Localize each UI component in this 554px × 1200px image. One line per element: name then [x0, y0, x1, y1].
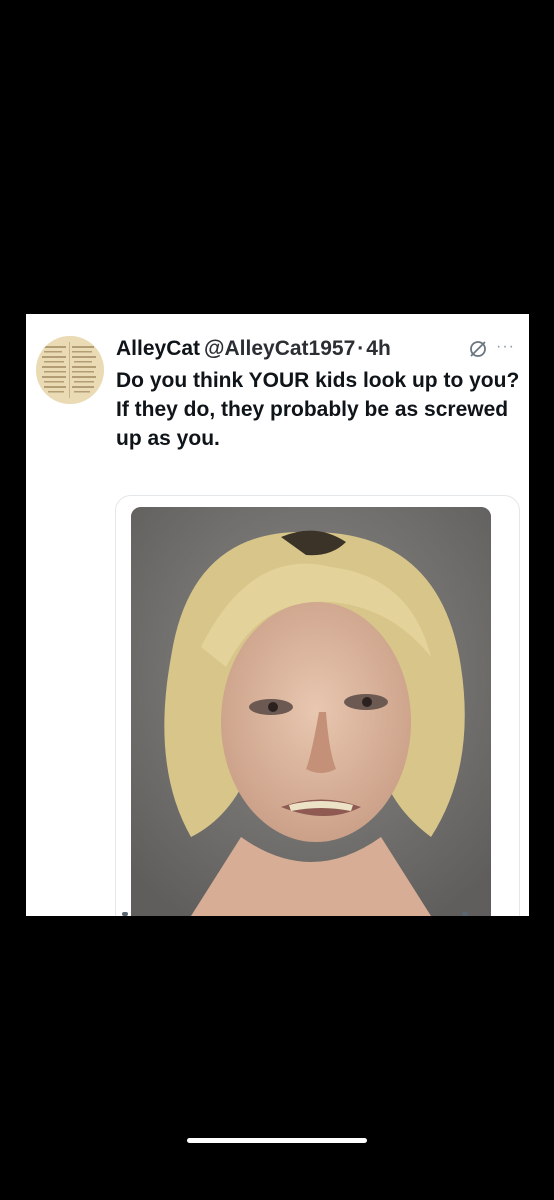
home-indicator[interactable] [187, 1138, 367, 1143]
grok-icon[interactable] [467, 338, 489, 360]
tweet-media-image[interactable] [131, 507, 491, 916]
reply-action-edge [122, 912, 128, 916]
user-handle[interactable]: @AlleyCat1957 [204, 337, 355, 360]
separator-dot: · [357, 337, 365, 360]
user-avatar[interactable] [36, 336, 104, 404]
display-name[interactable]: AlleyCat [116, 337, 200, 360]
tweet-header: AlleyCat @AlleyCat1957·4h [116, 334, 521, 364]
share-action-edge [462, 912, 468, 916]
tweet-text: Do you think YOUR kids look up to you? I… [116, 366, 521, 453]
tweet-text-line-2: If they do, they probably be as screwed … [116, 398, 509, 450]
tweet-card[interactable]: AlleyCat @AlleyCat1957·4h ··· Do you thin… [26, 314, 529, 916]
more-options-icon[interactable]: ··· [496, 338, 520, 360]
tweet-text-line-1: Do you think YOUR kids look up to you? [116, 369, 520, 392]
timestamp[interactable]: 4h [366, 337, 391, 360]
